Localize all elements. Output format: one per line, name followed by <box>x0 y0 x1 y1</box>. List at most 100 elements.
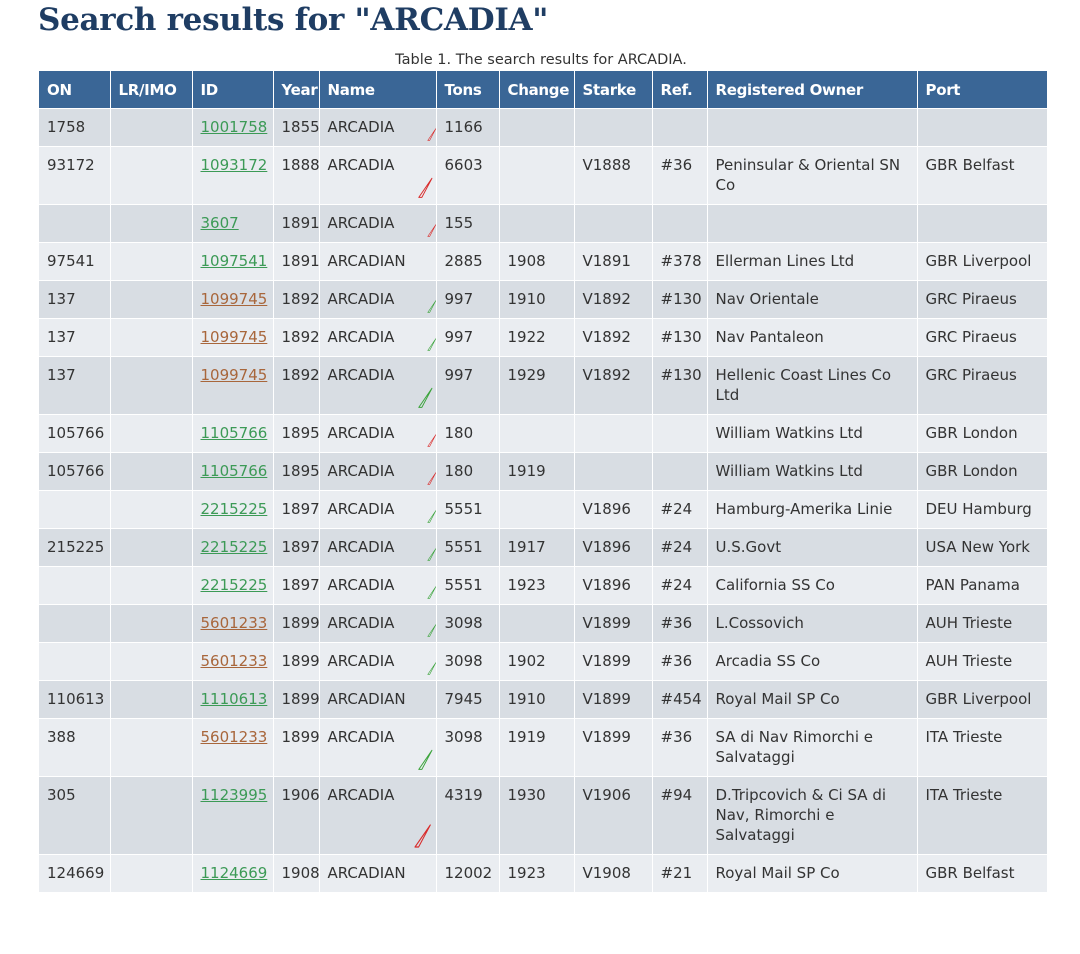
status-slash-icon <box>417 387 432 408</box>
cell-tons: 12002 <box>435 854 499 892</box>
cell-change <box>498 490 574 529</box>
ship-id-link[interactable]: 2215225 <box>201 500 268 518</box>
column-header-name: Name <box>318 71 436 109</box>
status-slash-icon <box>413 824 431 848</box>
cell-id: 1099745 <box>191 318 273 357</box>
cell-port: AUH Trieste <box>916 642 1047 681</box>
ship-name: ARCADIAN <box>327 690 406 708</box>
cell-change: 1923 <box>498 854 574 892</box>
table-row: 137 1099745 1892 ARCADIA 997 1922 V1892 #130 Nav… <box>39 318 1047 357</box>
status-slash-icon <box>426 510 436 523</box>
ship-name: ARCADIA <box>327 576 395 594</box>
cell-name: ARCADIA <box>318 490 436 529</box>
column-header-registered-owner: Registered Owner <box>706 71 917 109</box>
cell-starke: V1888 <box>573 146 652 205</box>
cell-on: 110613 <box>39 680 110 719</box>
ship-id-link[interactable]: 1099745 <box>201 290 268 308</box>
cell-year: 1899 <box>272 680 319 719</box>
ship-id-link[interactable]: 2215225 <box>201 576 268 594</box>
cell-starke <box>573 452 652 491</box>
status-slash-icon <box>426 548 436 561</box>
cell-ref: #130 <box>651 318 707 357</box>
ship-id-link[interactable]: 1123995 <box>201 786 268 804</box>
ship-id-link[interactable]: 5601233 <box>201 614 268 632</box>
ship-name: ARCADIA <box>327 290 395 308</box>
ship-id-link[interactable]: 1124669 <box>201 864 268 882</box>
cell-port: ITA Trieste <box>916 776 1047 855</box>
cell-registered-owner: William Watkins Ltd <box>706 414 917 453</box>
cell-on: 93172 <box>39 146 110 205</box>
ship-id-link[interactable]: 1105766 <box>201 462 268 480</box>
cell-ref: #21 <box>651 854 707 892</box>
ship-id-link[interactable]: 1097541 <box>201 252 268 270</box>
column-header-id: ID <box>191 71 273 109</box>
cell-port: GBR Belfast <box>916 146 1047 205</box>
ship-id-link[interactable]: 1099745 <box>201 366 268 384</box>
table-row: 305 1123995 1906 ARCADIA 4319 1930 V1906 #94 D.T… <box>39 776 1047 855</box>
cell-id: 1105766 <box>191 414 273 453</box>
cell-change: 1922 <box>498 318 574 357</box>
table-row: 5601233 1899 ARCADIA 3098 V1899 #36 L.Cossovic… <box>39 604 1047 643</box>
cell-tons: 180 <box>435 414 499 453</box>
cell-name: ARCADIA <box>318 642 436 681</box>
table-caption: Table 1. The search results for ARCADIA. <box>395 52 687 68</box>
cell-year: 1855 <box>272 108 319 147</box>
cell-ref: #378 <box>651 242 707 281</box>
ship-name: ARCADIA <box>327 652 395 670</box>
ship-id-link[interactable]: 1001758 <box>201 118 268 136</box>
ship-id-link[interactable]: 1110613 <box>201 690 268 708</box>
cell-registered-owner: U.S.Govt <box>706 528 917 567</box>
cell-ref: #36 <box>651 642 707 681</box>
cell-tons: 3098 <box>435 604 499 643</box>
ship-id-link[interactable]: 5601233 <box>201 728 268 746</box>
cell-tons: 3098 <box>435 718 499 777</box>
cell-on: 137 <box>39 318 110 357</box>
cell-id: 5601233 <box>191 718 273 777</box>
cell-registered-owner: Hellenic Coast Lines Co Ltd <box>706 356 917 415</box>
cell-change: 1917 <box>498 528 574 567</box>
page-title: Search results for "ARCADIA" <box>38 2 549 38</box>
ship-id-link[interactable]: 2215225 <box>201 538 268 556</box>
cell-ref <box>651 204 707 243</box>
cell-port: AUH Trieste <box>916 604 1047 643</box>
cell-year: 1897 <box>272 490 319 529</box>
cell-ref: #24 <box>651 528 707 567</box>
cell-year: 1906 <box>272 776 319 855</box>
cell-change: 1919 <box>498 718 574 777</box>
ship-id-link[interactable]: 5601233 <box>201 652 268 670</box>
cell-year: 1895 <box>272 414 319 453</box>
cell-starke: V1892 <box>573 280 652 319</box>
table-row: 2215225 1897 ARCADIA 5551 1923 V1896 #24 Califo… <box>39 566 1047 605</box>
table-header-row: ON LR/IMO ID Year Name Tons Change Stark… <box>39 71 1047 109</box>
cell-year: 1891 <box>272 242 319 281</box>
table-row: 137 1099745 1892 ARCADIA 997 1910 V1892 #130 Nav… <box>39 280 1047 319</box>
ship-id-link[interactable]: 1105766 <box>201 424 268 442</box>
cell-change: 1919 <box>498 452 574 491</box>
ship-id-link[interactable]: 1099745 <box>201 328 268 346</box>
cell-tons: 4319 <box>435 776 499 855</box>
cell-name: ARCADIA <box>318 108 436 147</box>
cell-name: ARCADIA <box>318 452 436 491</box>
cell-ref: #454 <box>651 680 707 719</box>
cell-name: ARCADIA <box>318 204 436 243</box>
cell-lr-imo <box>109 242 192 281</box>
status-slash-icon <box>426 472 436 485</box>
ship-id-link[interactable]: 1093172 <box>201 156 268 174</box>
cell-registered-owner <box>706 108 917 147</box>
cell-port: GRC Piraeus <box>916 280 1047 319</box>
status-slash-icon <box>417 177 432 198</box>
cell-lr-imo <box>109 776 192 855</box>
cell-port: PAN Panama <box>916 566 1047 605</box>
cell-year: 1891 <box>272 204 319 243</box>
cell-port: GRC Piraeus <box>916 356 1047 415</box>
cell-tons: 3098 <box>435 642 499 681</box>
cell-port: USA New York <box>916 528 1047 567</box>
status-slash-icon <box>426 224 436 237</box>
cell-name: ARCADIA <box>318 318 436 357</box>
cell-registered-owner: Nav Pantaleon <box>706 318 917 357</box>
cell-year: 1908 <box>272 854 319 892</box>
cell-lr-imo <box>109 854 192 892</box>
cell-tons: 5551 <box>435 528 499 567</box>
ship-id-link[interactable]: 3607 <box>201 214 239 232</box>
cell-change: 1923 <box>498 566 574 605</box>
